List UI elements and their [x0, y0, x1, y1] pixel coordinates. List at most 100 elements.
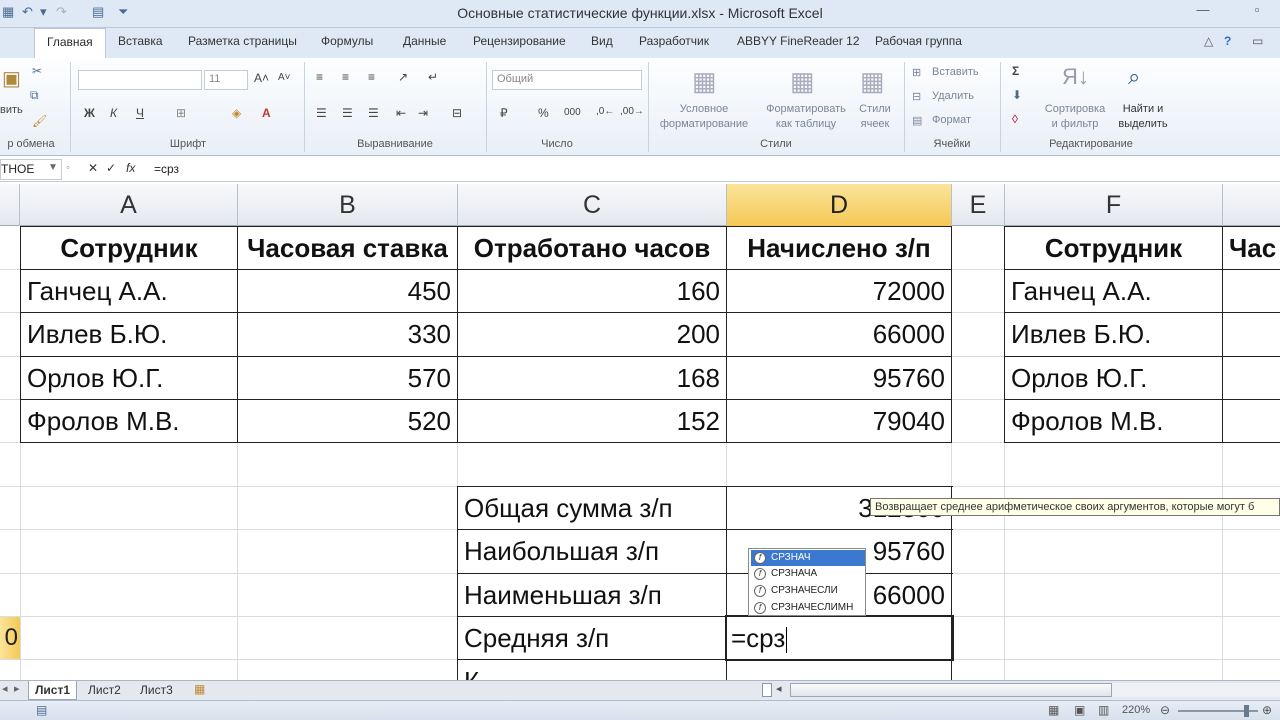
align-top-icon[interactable]: ≡ [316, 70, 323, 84]
header-salary[interactable]: Начислено з/п [727, 227, 951, 270]
borders-icon[interactable]: ⊞ [176, 106, 186, 120]
autocomplete-item-srznach[interactable]: f СРЗНАЧ [751, 550, 865, 566]
cell-hours[interactable]: 168 [458, 357, 726, 400]
tab-insert[interactable]: Вставка [118, 34, 163, 48]
row-header-10[interactable]: 0 [0, 617, 20, 659]
autocomplete-item-srznachesli[interactable]: f СРЗНАЧЕСЛИ [751, 583, 865, 599]
cell-employee-2[interactable]: Ивлев Б.Ю. [1005, 313, 1222, 356]
customize-qat-icon[interactable]: ⏷ [118, 4, 128, 24]
cell-employee[interactable]: Орлов Ю.Г. [21, 357, 237, 400]
minimize-button[interactable]: — [1192, 2, 1214, 24]
sheet-tab-2[interactable]: Лист2 [82, 681, 127, 700]
font-name-combo[interactable] [78, 70, 202, 90]
shrink-font-icon[interactable]: A˅ [278, 72, 291, 83]
cell-employee[interactable]: Ивлев Б.Ю. [21, 313, 237, 356]
cell-styles-button[interactable]: Стили ячеек [852, 102, 898, 132]
autocomplete-item-srznacha[interactable]: f СРЗНАЧА [751, 566, 865, 582]
cell-hours[interactable]: 152 [458, 400, 726, 443]
tab-home[interactable]: Главная [34, 28, 106, 58]
cell-salary[interactable]: 72000 [727, 270, 951, 313]
bold-button[interactable]: Ж [84, 106, 95, 120]
header-hours-worked[interactable]: Отработано часов [458, 227, 726, 270]
cell-hours[interactable]: 200 [458, 313, 726, 356]
cell-salary[interactable]: 79040 [727, 400, 951, 443]
cell-employee-2[interactable]: Фролов М.В. [1005, 400, 1222, 443]
sort-filter-button[interactable]: Сортировка и фильтр [1040, 102, 1110, 132]
number-format-combo[interactable]: Общий [492, 70, 642, 90]
macro-record-icon[interactable]: ▤ [36, 703, 47, 717]
clear-icon[interactable]: ◊ [1012, 112, 1018, 126]
increase-indent-icon[interactable]: ⇥ [418, 106, 428, 120]
header-employee[interactable]: Сотрудник [21, 227, 237, 270]
fill-icon[interactable]: ⬇ [1012, 88, 1022, 102]
align-left-icon[interactable]: ☰ [316, 106, 327, 120]
conditional-format-button[interactable]: Условное форматирование [654, 102, 754, 132]
cell-rate[interactable]: 570 [238, 357, 457, 400]
autocomplete-item-srznacheslimn[interactable]: f СРЗНАЧЕСЛИМН [751, 600, 865, 616]
summary-label-max[interactable]: Наибольшая з/п [458, 530, 726, 573]
hscroll-thumb[interactable] [790, 683, 1112, 697]
cell-rate[interactable]: 450 [238, 270, 457, 313]
decrease-decimal-icon[interactable]: ,00→ [620, 106, 644, 117]
paste-label[interactable]: вить [0, 104, 23, 116]
column-header-a[interactable]: A [20, 184, 238, 226]
tab-formulas[interactable]: Формулы [321, 34, 373, 48]
cut-icon[interactable]: ✂ [32, 64, 42, 78]
format-table-button[interactable]: Форматировать как таблицу [760, 102, 852, 132]
column-header-e[interactable]: E [952, 184, 1005, 226]
percent-button[interactable]: % [538, 106, 549, 120]
increase-decimal-icon[interactable]: ,0← [596, 106, 614, 117]
cell-employee[interactable]: Ганчец А.А. [21, 270, 237, 313]
cell-salary[interactable]: 66000 [727, 313, 951, 356]
enter-button[interactable]: ✓ [106, 161, 116, 175]
first-sheet-icon[interactable]: ◂ [2, 682, 8, 695]
summary-label-min[interactable]: Наименьшая з/п [458, 574, 726, 617]
sheet-tab-3[interactable]: Лист3 [134, 681, 179, 700]
find-select-icon[interactable]: ⌕ [1128, 64, 1140, 90]
header-hourly-rate[interactable]: Часовая ставка [238, 227, 457, 270]
conditional-format-icon[interactable]: ▦ [692, 66, 717, 97]
sort-filter-icon[interactable]: Я↓ [1062, 64, 1089, 90]
column-header-b[interactable]: B [238, 184, 458, 226]
tab-workgroup[interactable]: Рабочая группа [875, 34, 962, 48]
collapse-ribbon-icon[interactable]: △ [1204, 34, 1213, 48]
format-painter-icon[interactable]: 🖌 [32, 114, 47, 128]
merge-center-icon[interactable]: ⊟ [452, 106, 462, 120]
align-center-icon[interactable]: ☰ [342, 106, 353, 120]
cell-hours[interactable]: 160 [458, 270, 726, 313]
scroll-left-icon[interactable]: ◂ [776, 682, 782, 695]
insert-cells-button[interactable]: Вставить [932, 66, 979, 78]
select-all-button[interactable] [0, 184, 20, 226]
restore-icon[interactable]: ▭ [1252, 34, 1263, 48]
cell-employee-2[interactable]: Орлов Ю.Г. [1005, 357, 1222, 400]
delete-cells-button[interactable]: Удалить [932, 90, 974, 102]
delete-cells-icon[interactable]: ⊟ [912, 90, 921, 103]
tab-review[interactable]: Рецензирование [473, 34, 566, 48]
column-header-c[interactable]: C [458, 184, 727, 226]
cell-employee-2[interactable]: Ганчец А.А. [1005, 270, 1222, 313]
insert-cells-icon[interactable]: ⊞ [912, 66, 921, 79]
tab-developer[interactable]: Разработчик [639, 34, 709, 48]
align-middle-icon[interactable]: ≡ [342, 70, 349, 84]
fill-color-icon[interactable]: ◈ [232, 106, 241, 120]
cell-styles-icon[interactable]: ▦ [860, 66, 885, 97]
format-cells-icon[interactable]: ▤ [912, 114, 922, 127]
autosum-button[interactable]: Σ [1012, 64, 1019, 78]
redo-icon[interactable]: ↷ [56, 4, 67, 24]
cancel-button[interactable]: ✕ [88, 161, 98, 175]
cell-salary[interactable]: 95760 [727, 357, 951, 400]
cell-rate[interactable]: 330 [238, 313, 457, 356]
hscroll-track[interactable] [1112, 683, 1280, 697]
column-header-f[interactable]: F [1005, 184, 1223, 226]
zoom-in-icon[interactable]: ⊕ [1262, 703, 1272, 717]
font-color-icon[interactable]: A [262, 106, 271, 120]
undo-dropdown-icon[interactable]: ▾ [40, 4, 47, 24]
maximize-button[interactable]: ▫ [1246, 2, 1268, 24]
sheet-tab-1[interactable]: Лист1 [28, 681, 78, 700]
tab-data[interactable]: Данные [403, 34, 446, 48]
page-break-view-icon[interactable]: ▥ [1098, 703, 1109, 717]
decrease-indent-icon[interactable]: ⇤ [396, 106, 406, 120]
zoom-out-icon[interactable]: ⊖ [1160, 703, 1170, 717]
name-box-dropdown-icon[interactable]: ▼ [48, 162, 58, 173]
formula-input[interactable]: =срз [150, 159, 1280, 180]
